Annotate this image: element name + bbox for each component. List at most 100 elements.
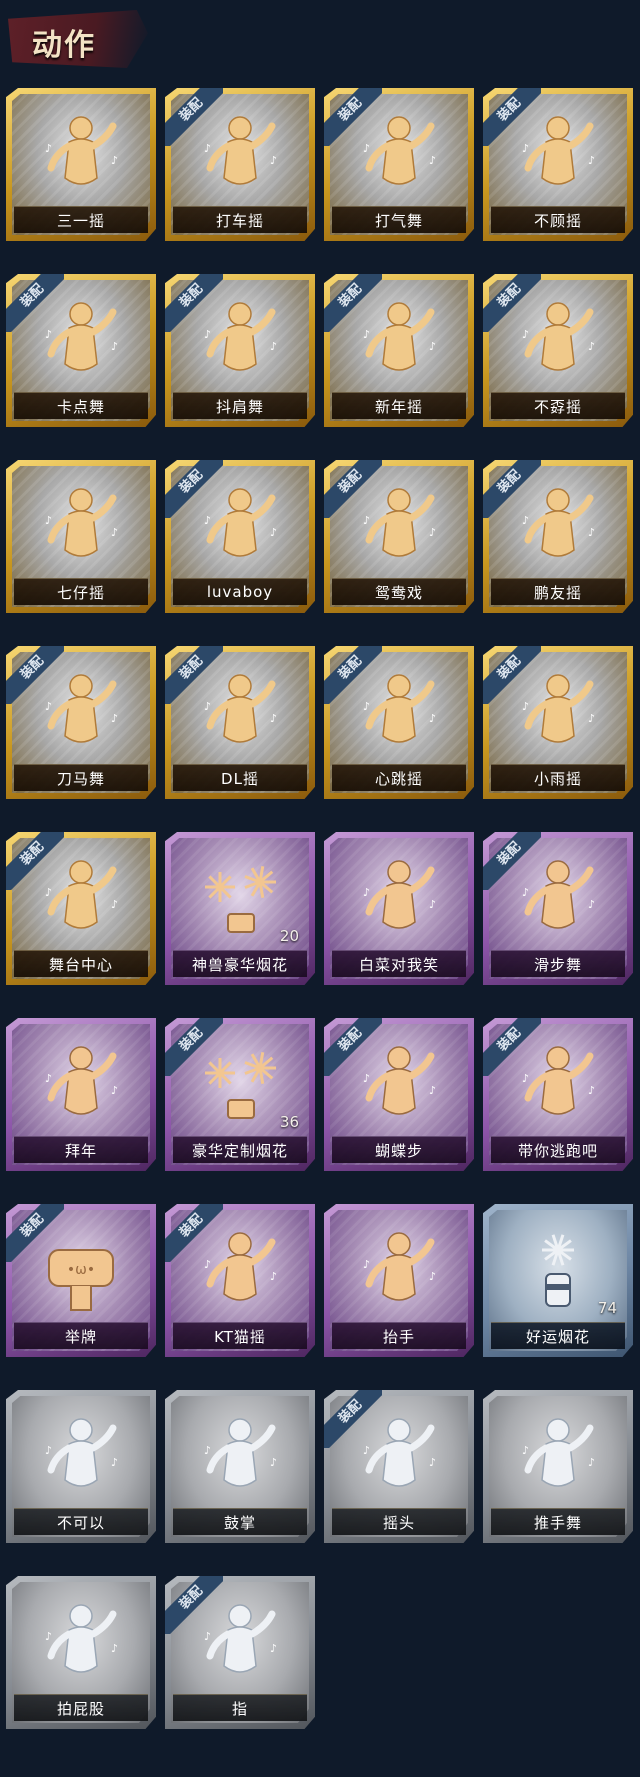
action-label: DL摇 bbox=[173, 764, 307, 791]
svg-text:♪: ♪ bbox=[111, 1084, 118, 1097]
action-card-21[interactable]: ♪ ♪ 拜年 bbox=[6, 1018, 156, 1171]
action-card-18[interactable]: 20 神兽豪华烟花 bbox=[165, 832, 315, 985]
action-card-27[interactable]: ♪ ♪ 抬手 bbox=[324, 1204, 474, 1357]
svg-text:♪: ♪ bbox=[111, 712, 118, 725]
action-card-6[interactable]: ♪ ♪ 装配 抖肩舞 bbox=[165, 274, 315, 427]
action-label: 鹏友摇 bbox=[491, 578, 625, 605]
action-label: 鼓掌 bbox=[173, 1508, 307, 1535]
svg-text:♪: ♪ bbox=[270, 154, 277, 167]
action-card-17[interactable]: ♪ ♪ 装配 舞台中心 bbox=[6, 832, 156, 985]
svg-text:♪: ♪ bbox=[270, 712, 277, 725]
action-card-2[interactable]: ♪ ♪ 装配 打车摇 bbox=[165, 88, 315, 241]
action-card-34[interactable]: ♪ ♪ 装配 指 bbox=[165, 1576, 315, 1729]
dance-figure-icon: ♪ ♪ bbox=[45, 1604, 118, 1673]
equipped-badge: 装配 bbox=[324, 646, 382, 704]
svg-text:♪: ♪ bbox=[588, 526, 595, 539]
action-card-19[interactable]: ♪ ♪ 白菜对我笑 bbox=[324, 832, 474, 985]
action-label: 指 bbox=[173, 1694, 307, 1721]
svg-text:♪: ♪ bbox=[270, 1456, 277, 1469]
svg-text:♪: ♪ bbox=[111, 526, 118, 539]
action-card-1[interactable]: ♪ ♪ 三一摇 bbox=[6, 88, 156, 241]
action-label: 三一摇 bbox=[14, 206, 148, 233]
action-card-5[interactable]: ♪ ♪ 装配 卡点舞 bbox=[6, 274, 156, 427]
dance-figure-icon: ♪ ♪ bbox=[522, 1418, 595, 1487]
svg-text:♪: ♪ bbox=[270, 1642, 277, 1655]
svg-text:♪: ♪ bbox=[588, 340, 595, 353]
svg-text:♪: ♪ bbox=[270, 526, 277, 539]
equipped-badge: 装配 bbox=[483, 274, 541, 332]
equipped-badge: 装配 bbox=[165, 646, 223, 704]
dance-figure-icon: ♪ ♪ bbox=[45, 488, 118, 557]
svg-text:♪: ♪ bbox=[111, 154, 118, 167]
equipped-badge: 装配 bbox=[324, 1018, 382, 1076]
action-card-14[interactable]: ♪ ♪ 装配 DL摇 bbox=[165, 646, 315, 799]
action-card-7[interactable]: ♪ ♪ 装配 新年摇 bbox=[324, 274, 474, 427]
equipped-badge: 装配 bbox=[6, 274, 64, 332]
equipped-badge: 装配 bbox=[324, 460, 382, 518]
action-card-4[interactable]: ♪ ♪ 装配 不顾摇 bbox=[483, 88, 633, 241]
svg-text:♪: ♪ bbox=[111, 898, 118, 911]
equipped-badge: 装配 bbox=[165, 1018, 223, 1076]
svg-text:♪: ♪ bbox=[45, 1444, 52, 1457]
action-card-16[interactable]: ♪ ♪ 装配 小雨摇 bbox=[483, 646, 633, 799]
equipped-badge: 装配 bbox=[165, 1576, 223, 1634]
action-label: 白菜对我笑 bbox=[332, 950, 466, 977]
svg-text:♪: ♪ bbox=[363, 886, 370, 899]
action-card-28[interactable]: 74 好运烟花 bbox=[483, 1204, 633, 1357]
action-card-30[interactable]: ♪ ♪ 鼓掌 bbox=[165, 1390, 315, 1543]
action-card-15[interactable]: ♪ ♪ 装配 心跳摇 bbox=[324, 646, 474, 799]
equipped-badge: 装配 bbox=[165, 88, 223, 146]
action-card-29[interactable]: ♪ ♪ 不可以 bbox=[6, 1390, 156, 1543]
svg-text:♪: ♪ bbox=[45, 142, 52, 155]
action-label: 小雨摇 bbox=[491, 764, 625, 791]
raise-hand-icon: ♪ ♪ bbox=[363, 1232, 436, 1301]
action-card-31[interactable]: ♪ ♪ 装配 摇头 bbox=[324, 1390, 474, 1543]
equipped-badge: 装配 bbox=[6, 1204, 64, 1262]
firework-can-icon bbox=[542, 1234, 574, 1307]
action-card-22[interactable]: 装配 36 豪华定制烟花 bbox=[165, 1018, 315, 1171]
item-count: 20 bbox=[279, 927, 299, 945]
svg-text:♪: ♪ bbox=[111, 340, 118, 353]
action-label: 刀马舞 bbox=[14, 764, 148, 791]
action-label: 摇头 bbox=[332, 1508, 466, 1535]
action-card-11[interactable]: ♪ ♪ 装配 鸳鸯戏 bbox=[324, 460, 474, 613]
action-label: 抖肩舞 bbox=[173, 392, 307, 419]
action-label: 不可以 bbox=[14, 1508, 148, 1535]
svg-text:♪: ♪ bbox=[111, 1642, 118, 1655]
svg-text:♪: ♪ bbox=[588, 712, 595, 725]
equipped-badge: 装配 bbox=[6, 646, 64, 704]
action-card-25[interactable]: •ω• 装配 举牌 bbox=[6, 1204, 156, 1357]
dance-figure-icon: ♪ ♪ bbox=[363, 860, 436, 929]
action-card-26[interactable]: ♪ ♪ 装配 KT猫摇 bbox=[165, 1204, 315, 1357]
svg-text:♪: ♪ bbox=[45, 514, 52, 527]
action-card-8[interactable]: ♪ ♪ 装配 不孬摇 bbox=[483, 274, 633, 427]
action-label: 带你逃跑吧 bbox=[491, 1136, 625, 1163]
action-card-10[interactable]: ♪ ♪ 装配 luvaboy bbox=[165, 460, 315, 613]
svg-text:♪: ♪ bbox=[429, 340, 436, 353]
svg-text:♪: ♪ bbox=[522, 1444, 529, 1457]
equipped-badge: 装配 bbox=[483, 1018, 541, 1076]
action-label: 不孬摇 bbox=[491, 392, 625, 419]
action-card-9[interactable]: ♪ ♪ 七仔摇 bbox=[6, 460, 156, 613]
action-card-33[interactable]: ♪ ♪ 拍屁股 bbox=[6, 1576, 156, 1729]
finger-wag-icon: ♪ ♪ bbox=[45, 1418, 118, 1487]
action-card-13[interactable]: ♪ ♪ 装配 刀马舞 bbox=[6, 646, 156, 799]
action-label: 豪华定制烟花 bbox=[173, 1136, 307, 1163]
equipped-badge: 装配 bbox=[6, 832, 64, 890]
svg-text:♪: ♪ bbox=[111, 1456, 118, 1469]
equipped-badge: 装配 bbox=[483, 646, 541, 704]
equipped-badge: 装配 bbox=[324, 1390, 382, 1448]
action-card-24[interactable]: ♪ ♪ 装配 带你逃跑吧 bbox=[483, 1018, 633, 1171]
action-card-12[interactable]: ♪ ♪ 装配 鹏友摇 bbox=[483, 460, 633, 613]
equipped-badge: 装配 bbox=[165, 274, 223, 332]
action-card-3[interactable]: ♪ ♪ 装配 打气舞 bbox=[324, 88, 474, 241]
svg-text:♪: ♪ bbox=[270, 1270, 277, 1283]
action-card-32[interactable]: ♪ ♪ 推手舞 bbox=[483, 1390, 633, 1543]
action-card-20[interactable]: ♪ ♪ 装配 滑步舞 bbox=[483, 832, 633, 985]
svg-text:♪: ♪ bbox=[588, 898, 595, 911]
dance-figure-icon: ♪ ♪ bbox=[45, 116, 118, 185]
svg-text:♪: ♪ bbox=[588, 154, 595, 167]
svg-text:♪: ♪ bbox=[429, 526, 436, 539]
action-card-23[interactable]: ♪ ♪ 装配 蝴蝶步 bbox=[324, 1018, 474, 1171]
action-label: 舞台中心 bbox=[14, 950, 148, 977]
